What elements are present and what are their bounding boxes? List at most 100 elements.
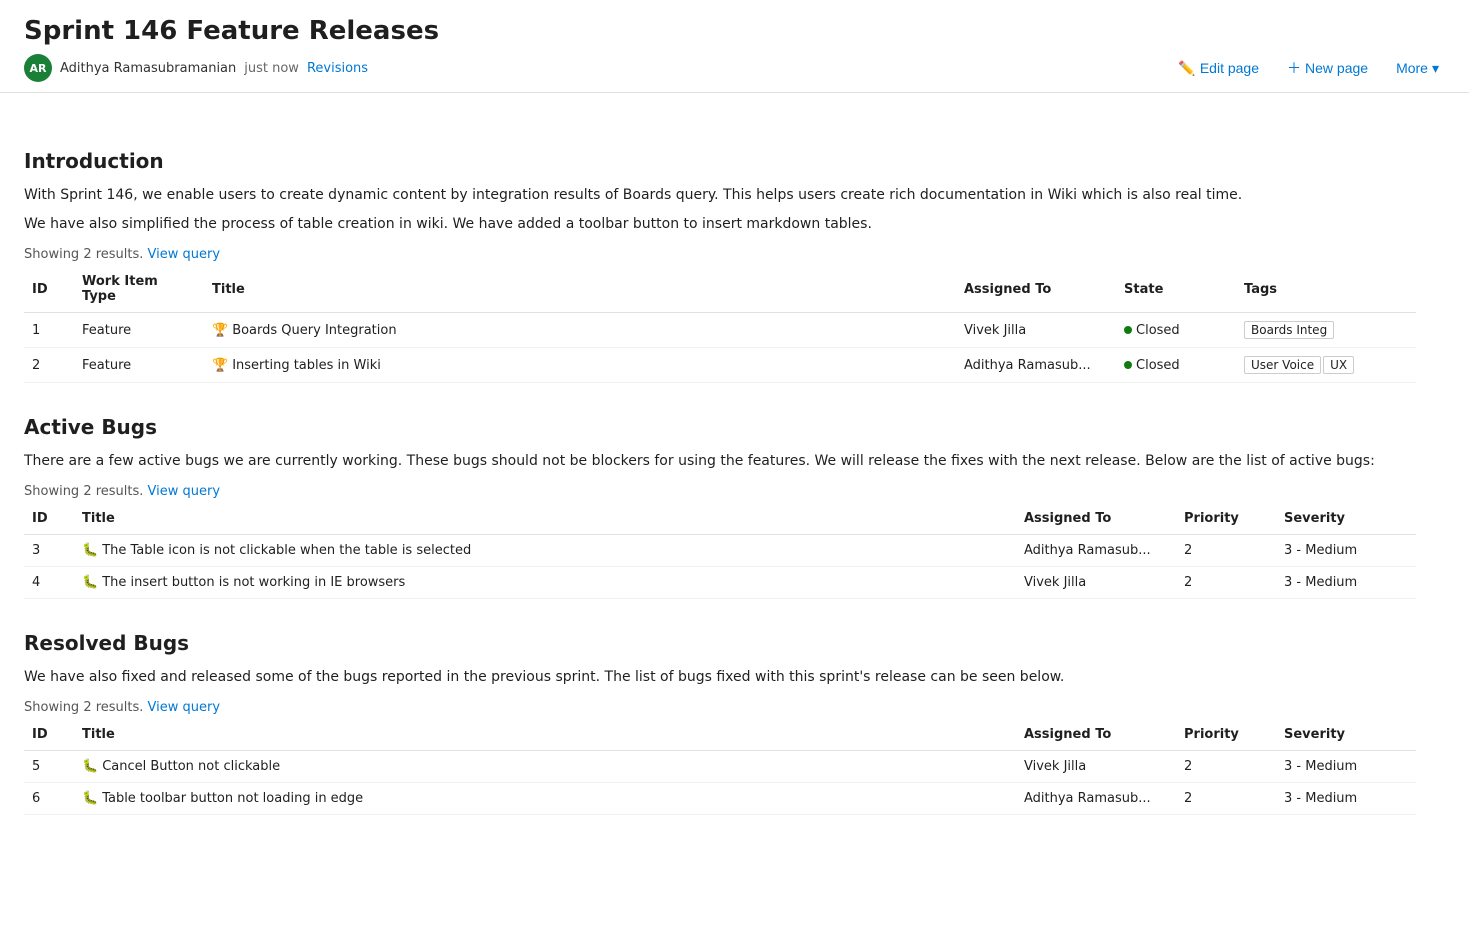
cell-title: 🏆Boards Query Integration [204,313,956,348]
state-dot [1124,361,1132,369]
th-title-resolved: Title [74,719,1016,751]
header-bar: Sprint 146 Feature Releases AR Adithya R… [0,0,1469,93]
meta-left: AR Adithya Ramasubramanian just now Revi… [24,54,368,82]
meta-right: ✏️ Edit page ＋ New page More ▾ [1172,54,1445,82]
table-row: 2 Feature 🏆Inserting tables in Wiki Adit… [24,348,1416,383]
th-id-bugs: ID [24,503,74,535]
table-row: 6 🐛Table toolbar button not loading in e… [24,783,1416,815]
th-type-intro: Work Item Type [74,266,204,313]
cell-id: 5 [24,751,74,783]
trophy-icon: 🏆 [212,358,228,373]
active-bugs-table-header: ID Title Assigned To Priority Severity [24,503,1416,535]
cell-severity: 3 - Medium [1276,535,1416,567]
introduction-para-2: We have also simplified the process of t… [24,214,1416,235]
resolved-bugs-section: Resolved Bugs We have also fixed and rel… [24,631,1416,815]
cell-severity: 3 - Medium [1276,751,1416,783]
th-assigned-intro: Assigned To [956,266,1116,313]
avatar: AR [24,54,52,82]
cell-assigned: Adithya Ramasub... [1016,535,1176,567]
introduction-section: Introduction With Sprint 146, we enable … [24,149,1416,383]
active-bugs-para: There are a few active bugs we are curre… [24,451,1416,472]
cell-type: Feature [74,313,204,348]
th-id-resolved: ID [24,719,74,751]
meta-bar: AR Adithya Ramasubramanian just now Revi… [24,54,1445,92]
introduction-query-meta: Showing 2 results. View query [24,247,1416,262]
cell-tags: User VoiceUX [1236,348,1416,383]
active-bugs-section: Active Bugs There are a few active bugs … [24,415,1416,599]
cell-title: 🐛Table toolbar button not loading in edg… [74,783,1016,815]
cell-assigned: Adithya Ramasub... [956,348,1116,383]
cell-priority: 2 [1176,567,1276,599]
th-assigned-bugs: Assigned To [1016,503,1176,535]
introduction-view-query-link[interactable]: View query [148,247,221,262]
author-name: Adithya Ramasubramanian [60,61,236,76]
cell-severity: 3 - Medium [1276,567,1416,599]
introduction-title: Introduction [24,149,1416,173]
table-row: 3 🐛The Table icon is not clickable when … [24,535,1416,567]
cell-assigned: Adithya Ramasub... [1016,783,1176,815]
cell-assigned: Vivek Jilla [1016,567,1176,599]
cell-priority: 2 [1176,751,1276,783]
active-bugs-query-meta: Showing 2 results. View query [24,484,1416,499]
active-bugs-title: Active Bugs [24,415,1416,439]
resolved-bugs-table-header: ID Title Assigned To Priority Severity [24,719,1416,751]
resolved-bugs-table: ID Title Assigned To Priority Severity 5… [24,719,1416,815]
th-state-intro: State [1116,266,1236,313]
tag-badge: Boards Integ [1244,321,1334,339]
plus-icon: ＋ [1287,58,1301,78]
th-assigned-resolved: Assigned To [1016,719,1176,751]
cell-title: 🏆Inserting tables in Wiki [204,348,956,383]
cell-title: 🐛Cancel Button not clickable [74,751,1016,783]
cell-priority: 2 [1176,783,1276,815]
chevron-down-icon: ▾ [1432,60,1439,77]
cell-tags: Boards Integ [1236,313,1416,348]
bug-icon: 🐛 [82,543,98,558]
edit-page-button[interactable]: ✏️ Edit page [1172,56,1265,81]
introduction-table-header: ID Work Item Type Title Assigned To Stat… [24,266,1416,313]
page-content: Introduction With Sprint 146, we enable … [0,93,1440,839]
th-title-intro: Title [204,266,956,313]
cell-title: 🐛The insert button is not working in IE … [74,567,1016,599]
cell-state: Closed [1116,348,1236,383]
cell-id: 6 [24,783,74,815]
cell-assigned: Vivek Jilla [1016,751,1176,783]
bug-icon: 🐛 [82,759,98,774]
th-severity-bugs: Severity [1276,503,1416,535]
cell-id: 3 [24,535,74,567]
cell-priority: 2 [1176,535,1276,567]
cell-id: 2 [24,348,74,383]
table-row: 4 🐛The insert button is not working in I… [24,567,1416,599]
page-title: Sprint 146 Feature Releases [24,16,1445,46]
resolved-bugs-para: We have also fixed and released some of … [24,667,1416,688]
state-dot [1124,326,1132,334]
resolved-bugs-title: Resolved Bugs [24,631,1416,655]
th-severity-resolved: Severity [1276,719,1416,751]
cell-severity: 3 - Medium [1276,783,1416,815]
introduction-table: ID Work Item Type Title Assigned To Stat… [24,266,1416,383]
cell-type: Feature [74,348,204,383]
table-row: 1 Feature 🏆Boards Query Integration Vive… [24,313,1416,348]
active-bugs-table: ID Title Assigned To Priority Severity 3… [24,503,1416,599]
active-bugs-view-query-link[interactable]: View query [148,484,221,499]
edit-icon: ✏️ [1178,60,1195,77]
cell-assigned: Vivek Jilla [956,313,1116,348]
th-title-bugs: Title [74,503,1016,535]
resolved-bugs-query-meta: Showing 2 results. View query [24,700,1416,715]
trophy-icon: 🏆 [212,323,228,338]
th-tags-intro: Tags [1236,266,1416,313]
introduction-para-1: With Sprint 146, we enable users to crea… [24,185,1416,206]
cell-id: 1 [24,313,74,348]
tag-badge: UX [1323,356,1354,374]
th-priority-resolved: Priority [1176,719,1276,751]
more-button[interactable]: More ▾ [1390,56,1445,81]
timestamp: just now [244,61,299,76]
revisions-link[interactable]: Revisions [307,61,368,76]
cell-id: 4 [24,567,74,599]
new-page-button[interactable]: ＋ New page [1281,54,1374,82]
table-row: 5 🐛Cancel Button not clickable Vivek Jil… [24,751,1416,783]
bug-icon: 🐛 [82,575,98,590]
resolved-bugs-view-query-link[interactable]: View query [148,700,221,715]
th-priority-bugs: Priority [1176,503,1276,535]
bug-icon: 🐛 [82,791,98,806]
th-id-intro: ID [24,266,74,313]
